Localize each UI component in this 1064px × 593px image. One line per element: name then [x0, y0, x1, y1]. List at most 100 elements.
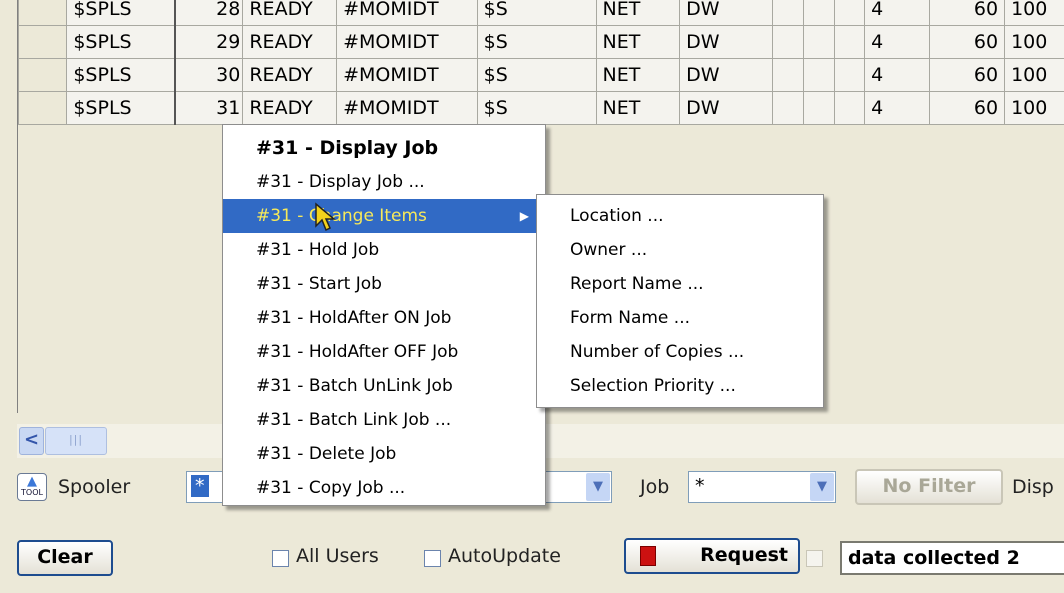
- cell-q[interactable]: $S: [476, 91, 597, 125]
- cell-c-e3[interactable]: [833, 25, 866, 59]
- cell-state[interactable]: READY: [242, 58, 338, 92]
- cell-dw[interactable]: DW: [679, 0, 774, 26]
- cell-n60[interactable]: 60: [928, 58, 1006, 92]
- job-select-value: *: [695, 475, 705, 497]
- cell-dw[interactable]: DW: [679, 91, 774, 125]
- submenu-item-label: Number of Copies ...: [570, 342, 745, 362]
- autoupdate-checkbox[interactable]: [424, 550, 441, 567]
- cell-dest[interactable]: NET: [595, 25, 681, 59]
- context-menu-item-label: #31 - Batch Link Job ...: [256, 410, 452, 430]
- cell-pri[interactable]: 4: [864, 25, 930, 59]
- cell-c-e1[interactable]: [772, 58, 804, 92]
- cell-c-e3[interactable]: [833, 0, 866, 26]
- context-menu-item-label: #31 - Change Items: [256, 206, 427, 226]
- cell-c-e3[interactable]: [833, 58, 866, 92]
- request-button[interactable]: Request: [624, 538, 800, 574]
- cell-user[interactable]: $SPLS: [66, 58, 177, 92]
- table-row[interactable]: $SPLS 29 READY #MOMIDT $S NET DW 4 60 100: [17, 25, 1064, 59]
- cell-n100[interactable]: 100: [1004, 91, 1064, 125]
- table-row[interactable]: $SPLS 31 READY #MOMIDT $S NET DW 4 60 100: [17, 91, 1064, 125]
- cell-n60[interactable]: 60: [928, 91, 1006, 125]
- submenu-arrow-icon: ▶: [519, 209, 529, 223]
- cell-sel[interactable]: [17, 91, 68, 125]
- submenu-item[interactable]: Owner ...: [537, 233, 823, 267]
- cell-dest[interactable]: NET: [595, 58, 681, 92]
- cell-user[interactable]: $SPLS: [66, 25, 177, 59]
- context-menu-item[interactable]: #31 - HoldAfter OFF Job: [223, 335, 545, 369]
- scroll-left-button[interactable]: <: [19, 427, 44, 455]
- submenu-item-label: Location ...: [570, 206, 664, 226]
- cell-c-e1[interactable]: [772, 91, 804, 125]
- submenu-item[interactable]: Form Name ...: [537, 301, 823, 335]
- cell-num[interactable]: 29: [174, 25, 244, 59]
- cell-dest[interactable]: NET: [595, 0, 681, 26]
- context-menu-item[interactable]: #31 - Hold Job: [223, 233, 545, 267]
- cell-num[interactable]: 28: [174, 0, 244, 26]
- context-menu-item[interactable]: #31 - Start Job: [223, 267, 545, 301]
- cell-form[interactable]: #MOMIDT: [336, 91, 478, 125]
- cell-sel[interactable]: [17, 25, 68, 59]
- cell-dest[interactable]: NET: [595, 91, 681, 125]
- cell-c-e2[interactable]: [802, 58, 835, 92]
- table-row[interactable]: $SPLS 28 READY #MOMIDT $S NET DW 4 60 100: [17, 0, 1064, 26]
- context-menu-item[interactable]: #31 - Copy Job ...: [223, 471, 545, 505]
- cell-num[interactable]: 30: [174, 58, 244, 92]
- submenu-item[interactable]: Location ...: [537, 199, 823, 233]
- context-menu-item[interactable]: #31 - Display Job ...: [223, 165, 545, 199]
- submenu-item-label: Form Name ...: [570, 308, 690, 328]
- tool-button[interactable]: ▲ TOOL: [17, 473, 47, 501]
- cell-state[interactable]: READY: [242, 91, 338, 125]
- job-table: $SPLS 28 READY #MOMIDT $S NET DW 4 60 100 $SPLS 29 R…: [17, 0, 1064, 125]
- cell-form[interactable]: #MOMIDT: [336, 58, 478, 92]
- cell-c-e2[interactable]: [802, 0, 835, 26]
- context-menu-item[interactable]: #31 - Display Job: [223, 131, 545, 165]
- cell-n100[interactable]: 100: [1004, 58, 1064, 92]
- submenu-item[interactable]: Number of Copies ...: [537, 335, 823, 369]
- chevron-down-icon[interactable]: ▼: [810, 473, 834, 501]
- cell-dw[interactable]: DW: [679, 58, 774, 92]
- cell-n60[interactable]: 60: [928, 0, 1006, 26]
- context-menu-item[interactable]: #31 - Batch Link Job ...: [223, 403, 545, 437]
- context-menu-item[interactable]: #31 - Delete Job: [223, 437, 545, 471]
- cell-pri[interactable]: 4: [864, 58, 930, 92]
- cell-c-e2[interactable]: [802, 91, 835, 125]
- cell-c-e1[interactable]: [772, 0, 804, 26]
- cell-user[interactable]: $SPLS: [66, 0, 177, 26]
- cell-q[interactable]: $S: [476, 58, 597, 92]
- job-select[interactable]: * ▼: [688, 471, 836, 503]
- submenu-item[interactable]: Report Name ...: [537, 267, 823, 301]
- cell-c-e3[interactable]: [833, 91, 866, 125]
- chevron-down-icon[interactable]: ▼: [586, 473, 610, 501]
- cell-n100[interactable]: 100: [1004, 0, 1064, 26]
- cell-n60[interactable]: 60: [928, 25, 1006, 59]
- cell-state[interactable]: READY: [242, 25, 338, 59]
- cell-n100[interactable]: 100: [1004, 25, 1064, 59]
- context-menu-item-label: #31 - Copy Job ...: [256, 478, 406, 498]
- submenu-item[interactable]: Selection Priority ...: [537, 369, 823, 403]
- cell-num[interactable]: 31: [174, 91, 244, 125]
- all-users-checkbox[interactable]: [272, 550, 289, 567]
- clear-button[interactable]: Clear: [17, 540, 113, 576]
- cell-form[interactable]: #MOMIDT: [336, 25, 478, 59]
- context-menu-item[interactable]: #31 - Batch UnLink Job: [223, 369, 545, 403]
- cell-sel[interactable]: [17, 0, 68, 26]
- context-menu-item[interactable]: #31 - HoldAfter ON Job: [223, 301, 545, 335]
- cell-sel[interactable]: [17, 58, 68, 92]
- cell-q[interactable]: $S: [476, 0, 597, 26]
- scroll-thumb[interactable]: |||: [45, 427, 107, 455]
- status-checkbox[interactable]: [806, 550, 823, 567]
- table-row[interactable]: $SPLS 30 READY #MOMIDT $S NET DW 4 60 100: [17, 58, 1064, 92]
- cell-pri[interactable]: 4: [864, 91, 930, 125]
- cell-form[interactable]: #MOMIDT: [336, 0, 478, 26]
- no-filter-button[interactable]: No Filter: [855, 469, 1003, 505]
- cell-pri[interactable]: 4: [864, 0, 930, 26]
- cell-state[interactable]: READY: [242, 0, 338, 26]
- cell-dw[interactable]: DW: [679, 25, 774, 59]
- cell-c-e2[interactable]: [802, 25, 835, 59]
- cell-c-e1[interactable]: [772, 25, 804, 59]
- cell-user[interactable]: $SPLS: [66, 91, 177, 125]
- mouse-pointer-icon: [315, 202, 336, 232]
- job-context-menu: #31 - Display Job #31 - Display Job ... #3…: [222, 124, 546, 506]
- cell-q[interactable]: $S: [476, 25, 597, 59]
- context-menu-item[interactable]: #31 - Change Items ▶: [223, 199, 545, 233]
